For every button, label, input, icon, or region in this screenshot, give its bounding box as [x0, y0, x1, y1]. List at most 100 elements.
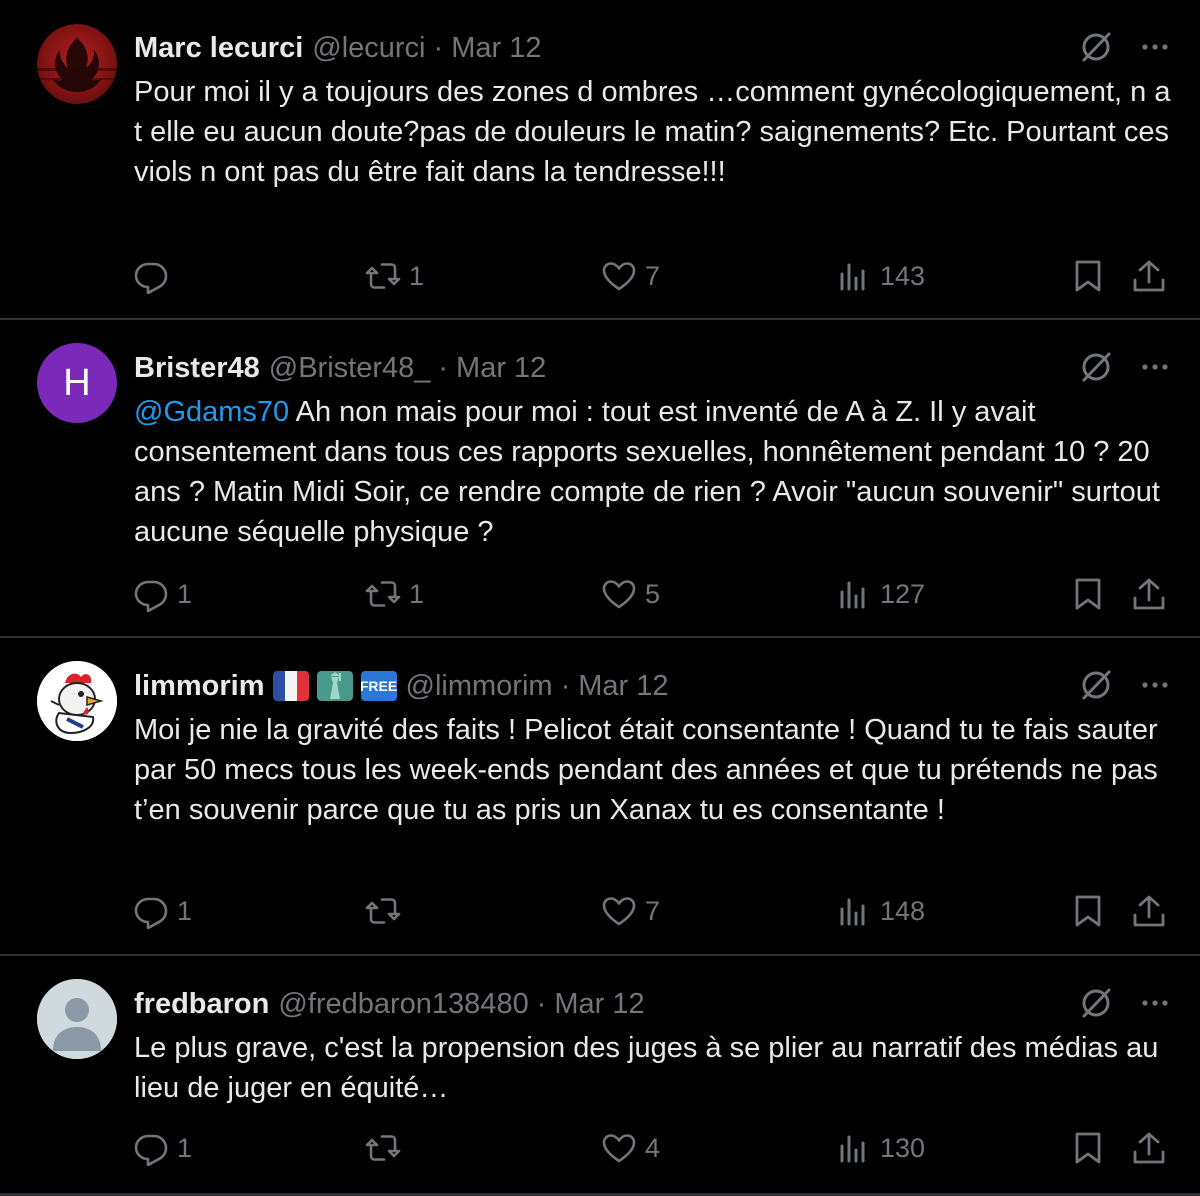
avatar[interactable]: [37, 24, 117, 104]
france-flag-icon: [272, 671, 309, 701]
more-icon[interactable]: [1138, 350, 1172, 384]
heart-icon: [602, 1134, 636, 1163]
reply-count: 1: [177, 895, 193, 926]
like-button[interactable]: 4: [601, 1128, 660, 1168]
retweet-icon: [365, 1135, 401, 1161]
reply-icon: [134, 897, 168, 929]
share-button[interactable]: [1131, 256, 1167, 296]
views-count: 143: [880, 260, 926, 291]
bookmark-button[interactable]: [1070, 256, 1106, 296]
display-name[interactable]: fredbaron: [134, 988, 269, 1021]
bookmark-icon: [1075, 578, 1101, 610]
views-button[interactable]: 143: [836, 256, 925, 296]
like-button[interactable]: 7: [601, 891, 660, 931]
like-count: 5: [645, 578, 661, 609]
action-bar: 1 7 143: [0, 256, 1200, 296]
user-handle[interactable]: @fredbaron138480: [278, 988, 528, 1021]
avatar[interactable]: [37, 979, 117, 1059]
views-icon: [840, 1135, 865, 1163]
views-icon: [840, 581, 865, 609]
default-profile-icon: [37, 979, 117, 1059]
heart-icon: [602, 897, 636, 926]
retweet-button[interactable]: [365, 891, 409, 931]
user-handle[interactable]: @lecurci: [312, 32, 425, 65]
display-name[interactable]: Brister48: [134, 352, 260, 385]
retweet-icon: [365, 581, 401, 607]
views-count: 130: [880, 1132, 926, 1163]
tweet[interactable]: Marc lecurci @lecurci · Mar 12 Pour moi …: [0, 0, 1200, 320]
tweet[interactable]: limmorim FREE @limmorim · Mar 12 Moi je …: [0, 638, 1200, 956]
bookmark-button[interactable]: [1070, 891, 1106, 931]
action-bar: 1 4 130: [0, 1128, 1200, 1168]
like-count: 4: [645, 1132, 661, 1163]
retweet-button[interactable]: [365, 1128, 409, 1168]
separator-dot: ·: [560, 669, 571, 702]
separator-dot: ·: [433, 31, 444, 64]
tweet-text: Le plus grave, c'est la propension des j…: [134, 1032, 1159, 1104]
display-name[interactable]: limmorim: [134, 670, 265, 703]
views-icon: [840, 263, 865, 291]
reply-button[interactable]: 1: [133, 574, 192, 614]
retweet-button[interactable]: 1: [365, 256, 424, 296]
reply-feed: Marc lecurci @lecurci · Mar 12 Pour moi …: [0, 0, 1200, 1196]
grok-icon[interactable]: [1078, 29, 1114, 65]
avatar-letter: H: [63, 361, 91, 404]
heart-icon: [602, 262, 636, 291]
reply-button[interactable]: 1: [133, 891, 192, 931]
action-bar: 1 7 148: [0, 891, 1200, 931]
like-count: 7: [645, 260, 661, 291]
views-button[interactable]: 148: [836, 891, 925, 931]
avatar[interactable]: H: [37, 343, 117, 423]
grok-icon[interactable]: [1078, 667, 1114, 703]
tweet[interactable]: H Brister48 @Brister48_ · Mar 12 @Gdams7…: [0, 320, 1200, 638]
tweet-text: Pour moi il y a toujours des zones d omb…: [134, 76, 1171, 188]
reply-icon: [134, 580, 168, 612]
post-date[interactable]: Mar 12: [456, 352, 546, 385]
bookmark-icon: [1075, 260, 1101, 292]
user-handle[interactable]: @limmorim: [406, 670, 553, 703]
bookmark-button[interactable]: [1070, 1128, 1106, 1168]
reply-icon: [134, 262, 168, 294]
post-date[interactable]: Mar 12: [554, 988, 644, 1021]
like-button[interactable]: 5: [601, 574, 660, 614]
tweet[interactable]: fredbaron @fredbaron138480 · Mar 12 Le p…: [0, 956, 1200, 1196]
retweet-count: 1: [409, 578, 425, 609]
mention-link[interactable]: @Gdams70: [134, 396, 289, 428]
views-count: 127: [880, 578, 926, 609]
grok-icon[interactable]: [1078, 349, 1114, 385]
avatar[interactable]: [37, 661, 117, 741]
reply-icon: [134, 1134, 168, 1166]
views-count: 148: [880, 895, 926, 926]
statue-of-liberty-icon: [316, 671, 353, 701]
retweet-count: 1: [409, 260, 425, 291]
more-icon[interactable]: [1138, 30, 1172, 64]
bookmark-icon: [1075, 1132, 1101, 1164]
tweet-text: Moi je nie la gravité des faits ! Pelico…: [134, 714, 1158, 826]
share-button[interactable]: [1131, 574, 1167, 614]
post-date[interactable]: Mar 12: [451, 32, 541, 65]
post-date[interactable]: Mar 12: [578, 670, 668, 703]
bookmark-button[interactable]: [1070, 574, 1106, 614]
reply-button[interactable]: [133, 256, 177, 296]
rooster-cartoon-icon: [37, 661, 117, 741]
share-button[interactable]: [1131, 1128, 1167, 1168]
user-handle[interactable]: @Brister48_: [269, 352, 431, 385]
separator-dot: ·: [536, 987, 547, 1020]
like-count: 7: [645, 895, 661, 926]
like-button[interactable]: 7: [601, 256, 660, 296]
separator-dot: ·: [438, 351, 449, 384]
views-button[interactable]: 130: [836, 1128, 925, 1168]
views-button[interactable]: 127: [836, 574, 925, 614]
more-icon[interactable]: [1138, 986, 1172, 1020]
retweet-icon: [365, 263, 401, 289]
retweet-button[interactable]: 1: [365, 574, 424, 614]
tweet-text: @Gdams70 Ah non mais pour moi : tout est…: [134, 392, 1174, 552]
views-icon: [840, 898, 865, 926]
share-button[interactable]: [1131, 891, 1167, 931]
more-icon[interactable]: [1138, 668, 1172, 702]
display-name[interactable]: Marc lecurci: [134, 32, 303, 65]
grok-icon[interactable]: [1078, 985, 1114, 1021]
reply-button[interactable]: 1: [133, 1128, 192, 1168]
heart-icon: [602, 580, 636, 609]
share-icon: [1133, 578, 1165, 610]
